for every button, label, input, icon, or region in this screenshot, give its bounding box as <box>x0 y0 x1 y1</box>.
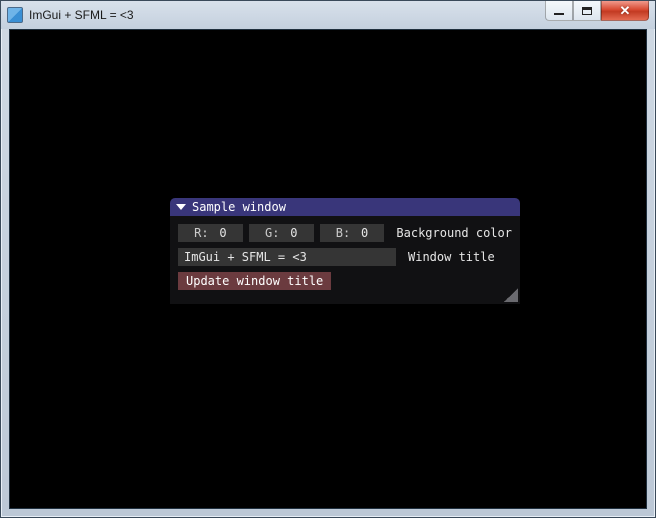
collapse-triangle-icon[interactable] <box>176 204 186 210</box>
window-title-caption: Window title <box>408 250 495 264</box>
update-window-title-button[interactable]: Update window title <box>178 272 331 290</box>
close-button[interactable]: ✕ <box>601 1 649 21</box>
os-titlebar[interactable]: ImGui + SFML = <3 ✕ <box>1 1 655 29</box>
app-icon <box>7 7 23 23</box>
bg-color-caption: Background color <box>396 226 512 240</box>
os-window-title: ImGui + SFML = <3 <box>29 8 545 22</box>
bg-color-r-value: 0 <box>217 226 227 240</box>
close-icon: ✕ <box>620 4 631 17</box>
imgui-window-title: Sample window <box>192 200 286 214</box>
bg-color-r-field[interactable]: R: 0 <box>178 224 243 242</box>
client-area: Sample window R: 0 G: 0 B: 0 <box>9 29 647 509</box>
minimize-icon <box>554 13 564 15</box>
minimize-button[interactable] <box>545 1 573 21</box>
bg-color-b-field[interactable]: B: 0 <box>320 224 385 242</box>
imgui-window[interactable]: Sample window R: 0 G: 0 B: 0 <box>170 198 520 304</box>
maximize-icon <box>582 7 592 15</box>
bg-color-g-label: G: <box>265 226 279 240</box>
window-title-input[interactable] <box>178 248 396 266</box>
bg-color-r-label: R: <box>194 226 208 240</box>
resize-grip-icon[interactable] <box>504 288 518 302</box>
imgui-titlebar[interactable]: Sample window <box>170 198 520 216</box>
background-color-row: R: 0 G: 0 B: 0 Background color <box>178 224 512 242</box>
window-title-row: Window title <box>178 248 512 266</box>
os-window-frame: ImGui + SFML = <3 ✕ Sample window R: <box>0 0 656 518</box>
bg-color-b-label: B: <box>336 226 350 240</box>
imgui-body: R: 0 G: 0 B: 0 Background color Win <box>170 216 520 304</box>
maximize-button[interactable] <box>573 1 601 21</box>
bg-color-g-value: 0 <box>287 226 297 240</box>
button-row: Update window title <box>178 272 512 290</box>
bg-color-b-value: 0 <box>358 226 368 240</box>
os-window-controls: ✕ <box>545 1 649 29</box>
bg-color-g-field[interactable]: G: 0 <box>249 224 314 242</box>
